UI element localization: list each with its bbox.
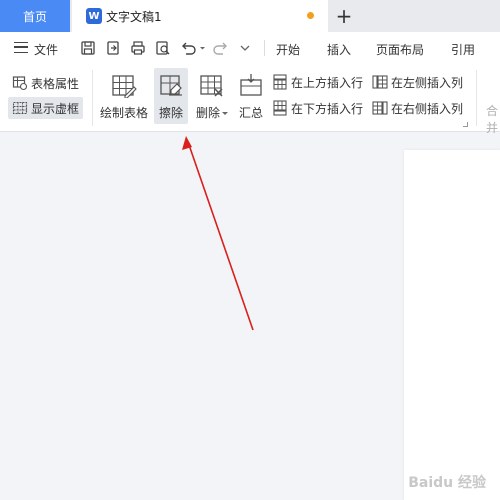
chevron-down-icon — [222, 112, 228, 115]
print-preview-icon[interactable] — [155, 40, 171, 56]
document-title: 文字文稿1 — [106, 9, 162, 24]
document-page[interactable] — [404, 150, 500, 500]
watermark: Baidu 经验 — [408, 475, 486, 491]
ribbon-separator — [92, 70, 93, 126]
table-properties-label: 表格属性 — [31, 76, 80, 91]
insert-row-above-button[interactable]: 在上方插入行 — [272, 71, 363, 93]
writer-doc-icon: W — [86, 8, 102, 24]
insert-row-above-icon — [273, 74, 287, 90]
menu-bar: 文件 开始 插入 页面布局 引用 — [0, 32, 500, 64]
show-gridlines-label: 显示虚框 — [31, 101, 80, 116]
group-launcher-icon[interactable] — [463, 122, 468, 127]
insert-col-right-button[interactable]: 在右侧插入列 — [372, 97, 463, 119]
insert-row-below-icon — [273, 100, 287, 116]
table-tools-ribbon: 表格属性 显示虚框 绘制表格 擦除 删除 汇总 在上方插入行 在下方插入行 在左… — [0, 64, 500, 135]
insert-col-left-button[interactable]: 在左侧插入列 — [372, 71, 463, 93]
save-icon[interactable] — [80, 40, 96, 56]
summary-button[interactable]: 汇总 — [236, 68, 266, 124]
ribbon-separator — [476, 70, 477, 126]
draw-table-label: 绘制表格 — [99, 106, 148, 120]
show-gridlines-toggle[interactable]: 显示虚框 — [8, 97, 84, 119]
insert-col-right-icon — [372, 101, 388, 115]
file-menu[interactable]: 文件 — [34, 41, 58, 58]
draw-table-icon — [112, 75, 137, 98]
eraser-icon — [160, 75, 182, 96]
insert-row-below-button[interactable]: 在下方插入行 — [272, 97, 363, 119]
delete-dropdown[interactable]: 删除 — [193, 68, 231, 124]
summary-label: 汇总 — [238, 106, 263, 120]
menu-tab-insert[interactable]: 插入 — [327, 41, 351, 58]
insert-row-above-label: 在上方插入行 — [291, 75, 364, 90]
tab-bar: 首页 W 文字文稿1 + — [0, 0, 500, 32]
tab-document[interactable]: W 文字文稿1 — [72, 0, 328, 32]
redo-icon[interactable] — [213, 40, 229, 56]
menu-tab-start[interactable]: 开始 — [276, 41, 300, 58]
tab-home[interactable]: 首页 — [0, 0, 70, 32]
insert-row-below-label: 在下方插入行 — [291, 101, 364, 116]
merge-cells-label[interactable]: 合并 — [486, 102, 500, 136]
more-chevron-icon[interactable] — [238, 40, 252, 56]
table-properties-icon — [12, 76, 28, 91]
print-icon[interactable] — [130, 40, 146, 56]
undo-icon[interactable] — [180, 40, 206, 56]
table-properties-button[interactable]: 表格属性 — [12, 72, 79, 94]
hamburger-icon[interactable] — [14, 42, 28, 53]
export-pdf-icon[interactable] — [105, 40, 121, 56]
delete-table-icon — [200, 75, 223, 97]
menu-separator — [264, 40, 265, 56]
insert-col-left-icon — [372, 75, 388, 89]
summary-icon — [240, 74, 262, 96]
erase-label: 擦除 — [158, 106, 183, 120]
erase-button[interactable]: 擦除 — [154, 68, 188, 124]
menu-tab-references[interactable]: 引用 — [451, 41, 475, 58]
gridlines-icon — [12, 101, 28, 115]
unsaved-indicator — [307, 12, 314, 19]
menu-tab-page-layout[interactable]: 页面布局 — [376, 41, 424, 58]
delete-label: 删除 — [195, 106, 220, 120]
document-workspace — [0, 133, 500, 500]
new-tab-button[interactable]: + — [332, 2, 356, 30]
insert-col-right-label: 在右侧插入列 — [391, 101, 464, 116]
draw-table-button[interactable]: 绘制表格 — [99, 68, 149, 124]
insert-col-left-label: 在左侧插入列 — [391, 75, 464, 90]
